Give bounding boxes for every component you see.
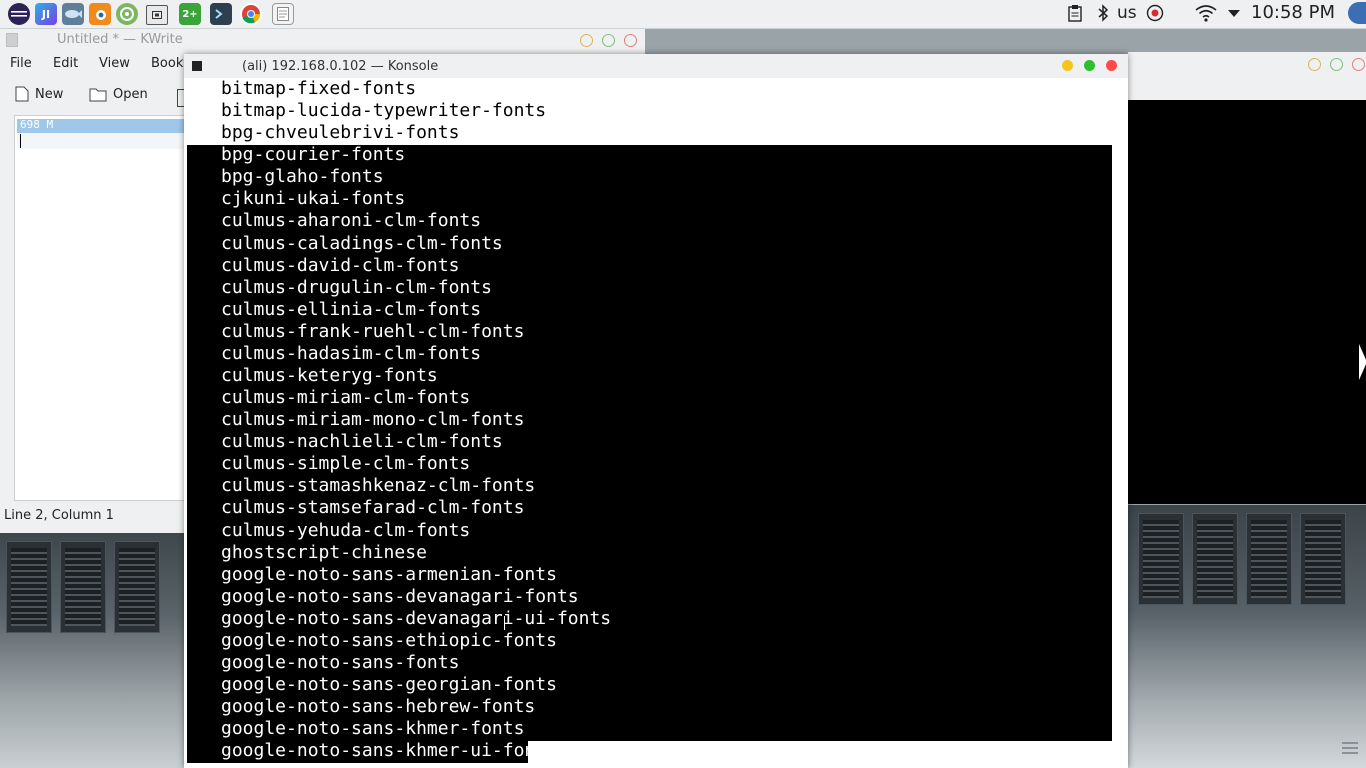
terminal-output[interactable]: bitmap-fixed-fonts bitmap-lucida-typewrit… bbox=[184, 78, 1128, 768]
terminal-icon[interactable] bbox=[210, 3, 232, 25]
menu-file[interactable]: File bbox=[10, 56, 32, 71]
terminal-line: culmus-david-clm-fonts bbox=[221, 254, 460, 276]
kwrite-close-button[interactable] bbox=[624, 34, 637, 47]
editor-current-line bbox=[17, 133, 185, 149]
text-cursor bbox=[20, 134, 21, 148]
top-panel: JI 2+ us 10:58 PM bbox=[0, 0, 1366, 29]
terminal-line: google-noto-sans-ethiopic-fonts bbox=[221, 629, 557, 651]
terminal-line: culmus-ellinia-clm-fonts bbox=[221, 298, 482, 320]
konsole-app-icon bbox=[192, 61, 202, 71]
background-window-titlebar[interactable] bbox=[1128, 52, 1366, 100]
fedora-logo-icon[interactable] bbox=[1348, 2, 1366, 24]
server-rack-image bbox=[6, 541, 52, 633]
bg-close-button[interactable] bbox=[1352, 58, 1365, 71]
bg-minimize-button[interactable] bbox=[1308, 58, 1321, 71]
server-rack-image bbox=[60, 541, 106, 633]
new-button[interactable]: New bbox=[15, 86, 63, 102]
terminal-line: culmus-miriam-mono-clm-fonts bbox=[221, 409, 525, 431]
server-rack-image bbox=[114, 541, 160, 633]
konsole-window: (ali) 192.168.0.102 — Konsole bitmap-fix… bbox=[184, 54, 1128, 768]
terminal-line: bpg-courier-fonts bbox=[221, 144, 406, 166]
terminal-line: culmus-nachlieli-clm-fonts bbox=[221, 431, 503, 453]
intellij-icon[interactable]: JI bbox=[35, 3, 57, 25]
terminal-line: ghostscript-chinese bbox=[221, 541, 427, 563]
terminal-line: culmus-yehuda-clm-fonts bbox=[221, 519, 471, 541]
terminal-line: culmus-drugulin-clm-fonts bbox=[221, 276, 492, 298]
background-window-right bbox=[1128, 52, 1366, 504]
terminal-line: culmus-aharoni-clm-fonts bbox=[221, 210, 482, 232]
terminal-line: google-noto-sans-armenian-fonts bbox=[221, 563, 557, 585]
dropdown-icon[interactable] bbox=[1227, 4, 1241, 27]
terminal-line: culmus-stamashkenaz-clm-fonts bbox=[221, 475, 536, 497]
menu-bookmarks[interactable]: Book bbox=[151, 56, 183, 71]
mouse-pointer-icon bbox=[1359, 344, 1366, 380]
terminal-line: culmus-caladings-clm-fonts bbox=[221, 232, 503, 254]
clock[interactable]: 10:58 PM bbox=[1251, 3, 1335, 23]
keyboard-layout-indicator[interactable]: us bbox=[1117, 3, 1137, 23]
resize-grip-icon[interactable] bbox=[1342, 742, 1358, 756]
kwrite-statusbar: Line 2, Column 1 bbox=[4, 508, 114, 523]
android-studio-icon[interactable] bbox=[116, 3, 138, 25]
new-document-icon bbox=[15, 86, 29, 102]
terminal-line: bpg-glaho-fonts bbox=[221, 166, 384, 188]
folder-open-icon bbox=[89, 88, 107, 102]
terminal-line: culmus-miriam-clm-fonts bbox=[221, 387, 471, 409]
terminal-line: bitmap-fixed-fonts bbox=[221, 78, 417, 99]
record-icon[interactable] bbox=[1146, 4, 1164, 27]
terminal-line: google-noto-sans-fonts bbox=[221, 652, 460, 674]
chrome-icon[interactable] bbox=[240, 3, 262, 25]
terminal-line: google-noto-sans-devanagari-fonts bbox=[221, 585, 579, 607]
server-rack-image bbox=[1300, 513, 1346, 605]
konsole-close-button[interactable] bbox=[1106, 60, 1117, 71]
konsole-maximize-button[interactable] bbox=[1084, 60, 1095, 71]
screenshot-icon[interactable] bbox=[146, 5, 168, 25]
kwrite-title: Untitled * — KWrite bbox=[57, 32, 183, 47]
desktop-wallpaper-right bbox=[1128, 505, 1366, 768]
kwrite-editor[interactable]: 698 M bbox=[14, 115, 188, 501]
kwrite-titlebar[interactable]: Untitled * — KWrite bbox=[0, 28, 645, 52]
bluefish-icon[interactable] bbox=[62, 3, 84, 25]
konsole-title: (ali) 192.168.0.102 — Konsole bbox=[242, 59, 439, 74]
konsole-minimize-button[interactable] bbox=[1062, 60, 1073, 71]
terminal-line: bitmap-lucida-typewriter-fonts bbox=[221, 100, 547, 122]
menu-edit[interactable]: Edit bbox=[53, 56, 78, 71]
terminal-line: culmus-simple-clm-fonts bbox=[221, 453, 471, 475]
clipboard-icon[interactable] bbox=[1068, 4, 1082, 27]
i-beam-cursor-icon bbox=[504, 616, 505, 630]
kwrite-maximize-button[interactable] bbox=[602, 34, 615, 47]
terminal-line: culmus-hadasim-clm-fonts bbox=[221, 342, 482, 364]
text-editor-icon[interactable] bbox=[272, 3, 294, 25]
terminal-line: google-noto-sans-hebrew-fonts bbox=[221, 696, 536, 718]
terminal-line: culmus-keteryg-fonts bbox=[221, 365, 438, 387]
open-button[interactable]: Open bbox=[89, 86, 148, 102]
terminal-line: bpg-chveulebrivi-fonts bbox=[221, 122, 460, 144]
terminal-line: culmus-stamsefarad-clm-fonts bbox=[221, 497, 525, 519]
terminal-line: google-noto-sans-devanagari-ui-fonts bbox=[221, 607, 612, 629]
terminal-line: google-noto-sans-khmer-ui-fonts bbox=[221, 740, 557, 762]
wifi-icon[interactable] bbox=[1195, 4, 1217, 27]
new-button-label: New bbox=[35, 86, 64, 102]
server-rack-image bbox=[1138, 513, 1184, 605]
terminal-line: cjkuni-ukai-fonts bbox=[221, 188, 406, 210]
terminal-line: google-noto-sans-khmer-fonts bbox=[221, 718, 525, 740]
open-button-label: Open bbox=[113, 86, 148, 102]
package-list: bitmap-fixed-fonts bitmap-lucida-typewrit… bbox=[221, 78, 611, 762]
kwrite-app-icon bbox=[6, 33, 18, 47]
blender-icon[interactable] bbox=[89, 3, 111, 25]
server-rack-image bbox=[1192, 513, 1238, 605]
terminal-line: culmus-frank-ruehl-clm-fonts bbox=[221, 320, 525, 342]
terminal-line: google-noto-sans-georgian-fonts bbox=[221, 674, 557, 696]
konsole-titlebar[interactable]: (ali) 192.168.0.102 — Konsole bbox=[184, 54, 1128, 78]
bg-maximize-button[interactable] bbox=[1330, 58, 1343, 71]
bluetooth-icon[interactable] bbox=[1097, 4, 1109, 27]
desktop-wallpaper-left bbox=[0, 533, 186, 768]
eclipse-icon[interactable] bbox=[8, 3, 30, 25]
server-rack-image bbox=[1246, 513, 1292, 605]
menu-view[interactable]: View bbox=[99, 56, 130, 71]
kwrite-minimize-button[interactable] bbox=[580, 34, 593, 47]
editor-line-1: 698 M bbox=[20, 118, 54, 131]
counter-icon[interactable]: 2+ bbox=[179, 3, 201, 25]
